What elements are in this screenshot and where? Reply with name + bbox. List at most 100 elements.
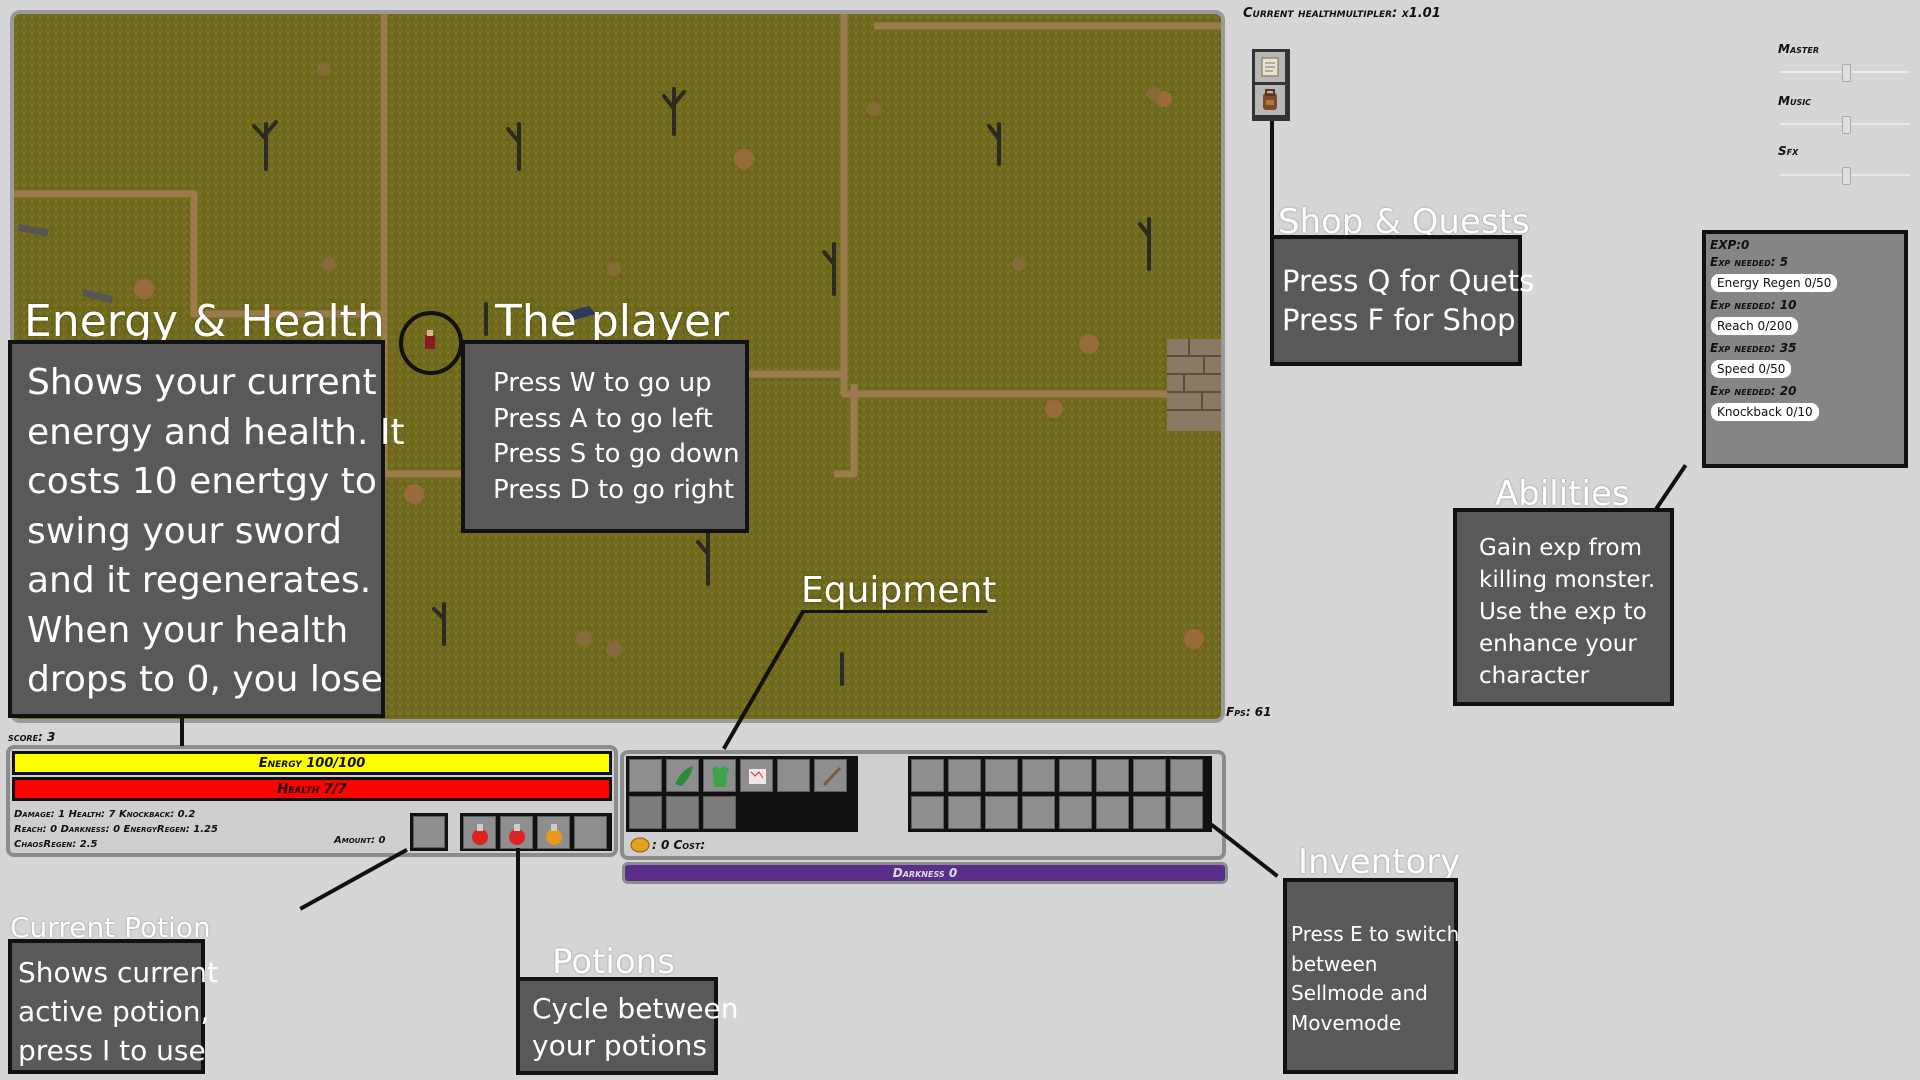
energy-bar: Energy 100/100: [12, 751, 612, 775]
connector-line: [1651, 464, 1688, 515]
inventory-slot[interactable]: [1059, 759, 1092, 792]
tutorial-potions-box: Cycle between your potions: [516, 977, 739, 1075]
tutorial-potions-title: Potions: [552, 942, 675, 982]
equipment-slot[interactable]: [629, 796, 662, 829]
equipment-slot[interactable]: [666, 796, 699, 829]
score-label: score: 3: [8, 730, 56, 744]
sfx-label: Sfx: [1778, 144, 1799, 158]
exp-needed-label: Exp needed: 20: [1710, 384, 1797, 398]
equipment-slot[interactable]: [666, 759, 699, 792]
potion-slot[interactable]: [537, 816, 570, 849]
tutorial-text: killing monster.: [1479, 567, 1656, 593]
tutorial-text: Gain exp from: [1479, 535, 1642, 561]
backpack-icon[interactable]: [1255, 85, 1285, 115]
inventory-slot[interactable]: [1170, 796, 1203, 829]
tutorial-text: drops to 0, you lose: [27, 659, 383, 700]
potion-slot[interactable]: [463, 816, 496, 849]
inventory-slot[interactable]: [1096, 796, 1129, 829]
tutorial-text: Sellmode and: [1291, 981, 1428, 1005]
player-status-panel: Energy 100/100 Health 7/7 Damage: 1 Heal…: [6, 745, 618, 857]
inventory-slot[interactable]: [1022, 796, 1055, 829]
equipment-slot[interactable]: [814, 759, 847, 792]
music-label: Music: [1778, 94, 1812, 108]
equipment-slot[interactable]: [777, 759, 810, 792]
tutorial-text: When your health: [27, 609, 349, 651]
equipment-grid: [626, 756, 858, 832]
coin-row: : 0 Cost:: [630, 836, 705, 854]
health-bar: Health 7/7: [12, 777, 612, 801]
connector-line: [516, 848, 520, 980]
inventory-slot[interactable]: [985, 759, 1018, 792]
health-multiplier-label: Current healthmultipler: x1.01: [1243, 6, 1441, 21]
tutorial-inventory-box: Press E to switch between Sellmode and M…: [1283, 878, 1459, 1074]
potion-slot[interactable]: [574, 816, 607, 849]
inventory-slot[interactable]: [1096, 759, 1129, 792]
exp-needed-label: Exp needed: 5: [1710, 255, 1789, 269]
connector-line: [801, 610, 987, 613]
coin-icon: [630, 837, 650, 853]
tutorial-text: energy and health. It: [27, 411, 405, 453]
inventory-slot[interactable]: [1022, 759, 1055, 792]
inventory-slot[interactable]: [911, 796, 944, 829]
tutorial-text: Press S to go down: [493, 439, 740, 469]
equipment-slot[interactable]: [740, 759, 773, 792]
tutorial-text: Shows your current: [27, 362, 377, 403]
tutorial-text: character: [1479, 663, 1590, 689]
inventory-slot[interactable]: [985, 796, 1018, 829]
master-slider-thumb[interactable]: [1842, 64, 1851, 82]
tutorial-text: between: [1291, 951, 1378, 976]
tutorial-text: active potion,: [18, 995, 210, 1028]
equipment-slot[interactable]: [703, 796, 736, 829]
tutorial-text: Shows current: [18, 956, 219, 989]
music-slider-thumb[interactable]: [1842, 116, 1851, 134]
orange-potion-icon: [546, 824, 562, 845]
red-potion-icon: [509, 824, 525, 845]
sword-icon: [822, 766, 842, 787]
inventory-slot[interactable]: [948, 759, 981, 792]
tutorial-text: Press F for Shop: [1282, 303, 1516, 337]
inventory-grid: [908, 756, 1212, 832]
amount-label: Amount: 0: [334, 835, 386, 846]
tutorial-text: swing your sword: [27, 510, 342, 552]
sfx-slider-thumb[interactable]: [1842, 167, 1851, 185]
shop-quest-buttons: [1252, 49, 1290, 121]
equipment-inventory-panel: : 0 Cost:: [620, 750, 1226, 860]
master-label: Master: [1778, 42, 1819, 56]
tutorial-shop-box: Press Q for Quets Press F for Shop: [1270, 235, 1534, 366]
health-label: Health 7/7: [277, 781, 347, 797]
tutorial-text: Press A to go left: [493, 403, 713, 434]
energy-label: Energy 100/100: [258, 755, 366, 771]
inventory-slot[interactable]: [911, 759, 944, 792]
stats-text: Damage: 1 Health: 7 Knockback: 0.2 Reach…: [14, 807, 218, 852]
inventory-slot[interactable]: [1170, 759, 1203, 792]
speed-upgrade-button[interactable]: Speed 0/50: [1710, 359, 1793, 379]
potion-slot[interactable]: [500, 816, 533, 849]
tutorial-current-potion-box: Shows current active potion, press I to …: [8, 939, 219, 1074]
inventory-slot[interactable]: [1059, 796, 1092, 829]
tutorial-text: your potions: [532, 1029, 707, 1062]
knockback-upgrade-button[interactable]: Knockback 0/10: [1710, 402, 1820, 422]
tutorial-text: Press D to go right: [493, 474, 735, 505]
tutorial-text: press I to use: [18, 1034, 206, 1067]
current-potion-slot[interactable]: [410, 813, 448, 851]
tutorial-equipment-title: Equipment: [801, 570, 997, 611]
tutorial-inventory-title: Inventory: [1298, 842, 1461, 882]
tutorial-text: Press W to go up: [493, 368, 712, 398]
energy-regen-upgrade-button[interactable]: Energy Regen 0/50: [1710, 273, 1839, 293]
equipment-slot[interactable]: [629, 759, 662, 792]
cost-label: : 0 Cost:: [652, 838, 706, 852]
equipment-slot[interactable]: [703, 759, 736, 792]
inventory-slot[interactable]: [1133, 796, 1166, 829]
potions-bar: [460, 813, 612, 851]
connector-line: [180, 718, 184, 746]
tutorial-text: Movemode: [1291, 1010, 1402, 1035]
scroll-icon[interactable]: [1255, 52, 1285, 82]
stone-wall: [1167, 339, 1221, 431]
exp-needed-label: Exp needed: 35: [1710, 341, 1797, 355]
exp-label: EXP:0: [1710, 238, 1750, 252]
tutorial-player-box: Press W to go up Press A to go left Pres…: [461, 340, 749, 533]
inventory-slot[interactable]: [1133, 759, 1166, 792]
reach-upgrade-button[interactable]: Reach 0/200: [1710, 316, 1800, 336]
inventory-slot[interactable]: [948, 796, 981, 829]
tutorial-text: enhance your: [1479, 631, 1637, 657]
